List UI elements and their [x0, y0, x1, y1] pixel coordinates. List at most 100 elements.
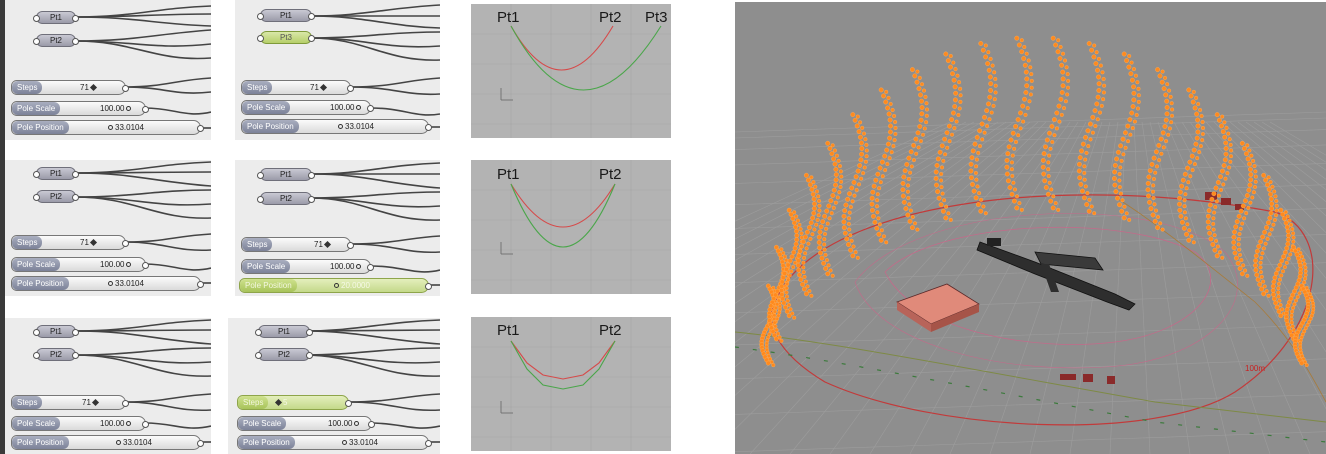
input-grip[interactable] — [33, 329, 40, 336]
pt2-param[interactable]: Pt2 — [257, 192, 315, 205]
pt2-param[interactable]: Pt2 — [255, 348, 313, 361]
pole-scale-slider[interactable]: Pole Scale 100.00 — [241, 100, 374, 115]
steps-slider[interactable]: Steps 71 — [241, 80, 354, 95]
grasshopper-canvas-1a[interactable]: Pt1 Pt2 Steps 71 Pole Scale 100.00 Pole Po… — [5, 0, 211, 140]
output-grip[interactable] — [142, 106, 149, 113]
steps-slider[interactable]: Steps 71 — [241, 237, 354, 252]
output-grip[interactable] — [122, 85, 129, 92]
input-grip[interactable] — [255, 352, 262, 359]
output-grip[interactable] — [308, 35, 315, 42]
pole-position-slider[interactable]: Pole Position 33.0104 — [241, 119, 432, 134]
output-grip[interactable] — [425, 124, 432, 131]
pole-position-slider[interactable]: Pole Position 33.0104 — [11, 120, 204, 135]
slider-grip-icon[interactable] — [89, 238, 97, 247]
grasshopper-canvas-1b[interactable]: Pt1 Pt3 Steps 71 Pole Scale 100.00 Pole Po… — [235, 0, 440, 140]
output-grip[interactable] — [347, 85, 354, 92]
output-grip[interactable] — [197, 440, 204, 447]
input-grip[interactable] — [33, 38, 40, 45]
pole-scale-slider[interactable]: Pole Scale 100.00 — [11, 416, 149, 431]
output-grip[interactable] — [72, 194, 79, 201]
slider-grip-icon[interactable] — [126, 106, 132, 111]
slider-grip-icon[interactable] — [338, 124, 343, 129]
pole-position-slider[interactable]: Pole Position 33.0104 — [237, 435, 432, 450]
slider-grip-icon[interactable] — [319, 83, 327, 92]
output-grip[interactable] — [308, 13, 315, 20]
grasshopper-canvas-2a[interactable]: Pt1 Pt2 Steps 71 Pole Scale 100.00 Pole Po… — [5, 160, 211, 296]
pt1-param[interactable]: Pt1 — [257, 9, 315, 22]
pt1-param[interactable]: Pt1 — [255, 325, 313, 338]
output-grip[interactable] — [306, 352, 313, 359]
pole-position-slider[interactable]: Pole Position 20.0000 — [239, 278, 432, 293]
pole-position-slider[interactable]: Pole Position 33.0104 — [11, 276, 204, 291]
output-grip[interactable] — [308, 172, 315, 179]
pt1-param[interactable]: Pt1 — [257, 168, 315, 181]
pole-scale-slider[interactable]: Pole Scale 100.00 — [11, 257, 149, 272]
output-grip[interactable] — [306, 329, 313, 336]
grasshopper-canvas-3a[interactable]: Pt1 Pt2 Steps 71 Pole Scale 100.00 Pole Po… — [5, 318, 211, 454]
input-grip[interactable] — [257, 13, 264, 20]
grasshopper-canvas-3b[interactable]: Pt1 Pt2 Steps 5 Pole Scale 100.00 Pole Pos… — [228, 318, 440, 454]
input-grip[interactable] — [33, 171, 40, 178]
input-grip[interactable] — [33, 15, 40, 22]
output-grip[interactable] — [425, 440, 432, 447]
slider-grip-icon[interactable] — [274, 398, 283, 407]
steps-slider[interactable]: Steps 71 — [11, 235, 129, 250]
rhino-viewport-2[interactable]: Pt1 Pt2 — [471, 160, 671, 294]
output-grip[interactable] — [367, 264, 374, 271]
output-grip[interactable] — [142, 262, 149, 269]
output-grip[interactable] — [72, 38, 79, 45]
pt1-param[interactable]: Pt1 — [33, 167, 79, 180]
slider-grip-icon[interactable] — [356, 105, 362, 110]
output-grip[interactable] — [122, 400, 129, 407]
output-grip[interactable] — [197, 281, 204, 288]
pt1-param[interactable]: Pt1 — [33, 11, 79, 24]
output-grip[interactable] — [308, 196, 315, 203]
output-grip[interactable] — [347, 242, 354, 249]
slider-grip-icon[interactable] — [334, 283, 339, 288]
slider-grip-icon[interactable] — [89, 83, 97, 92]
slider-grip-icon[interactable] — [356, 264, 362, 269]
input-grip[interactable] — [33, 352, 40, 359]
output-grip[interactable] — [142, 421, 149, 428]
slider-grip-icon[interactable] — [126, 421, 132, 426]
slider-grip-icon[interactable] — [342, 440, 347, 445]
input-grip[interactable] — [255, 329, 262, 336]
site-sunpath-viewport[interactable]: 100m — [735, 2, 1326, 454]
steps-slider[interactable]: Steps 71 — [11, 80, 129, 95]
steps-slider[interactable]: Steps 71 — [11, 395, 129, 410]
output-grip[interactable] — [425, 283, 432, 290]
slider-grip-icon[interactable] — [116, 440, 121, 445]
pt2-param[interactable]: Pt2 — [33, 348, 79, 361]
rhino-viewport-3[interactable]: Pt1 Pt2 — [471, 317, 671, 451]
output-grip[interactable] — [72, 171, 79, 178]
slider-grip-icon[interactable] — [108, 281, 113, 286]
slider-grip-icon[interactable] — [354, 421, 360, 426]
input-grip[interactable] — [257, 196, 264, 203]
pole-scale-slider[interactable]: Pole Scale 100.00 — [241, 259, 374, 274]
pt3-param[interactable]: Pt3 — [257, 31, 315, 44]
pt1-param[interactable]: Pt1 — [33, 325, 79, 338]
slider-grip-icon[interactable] — [108, 125, 113, 130]
output-grip[interactable] — [72, 15, 79, 22]
input-grip[interactable] — [33, 194, 40, 201]
output-grip[interactable] — [197, 125, 204, 132]
output-grip[interactable] — [72, 329, 79, 336]
pole-scale-slider[interactable]: Pole Scale 100.00 — [237, 416, 375, 431]
output-grip[interactable] — [72, 352, 79, 359]
slider-grip-icon[interactable] — [323, 240, 331, 249]
rhino-viewport-1[interactable]: Pt1 Pt2 Pt3 — [471, 4, 671, 138]
pole-scale-slider[interactable]: Pole Scale 100.00 — [11, 101, 149, 116]
pole-position-slider[interactable]: Pole Position 33.0104 — [11, 435, 204, 450]
pt2-param[interactable]: Pt2 — [33, 190, 79, 203]
slider-grip-icon[interactable] — [91, 398, 99, 407]
pt2-param[interactable]: Pt2 — [33, 34, 79, 47]
input-grip[interactable] — [257, 172, 264, 179]
grasshopper-canvas-2b[interactable]: Pt1 Pt2 Steps 71 Pole Scale 100.00 Pole Po… — [235, 160, 440, 296]
slider-grip-icon[interactable] — [126, 262, 132, 267]
input-grip[interactable] — [257, 35, 264, 42]
steps-slider[interactable]: Steps 5 — [237, 395, 352, 410]
output-grip[interactable] — [122, 240, 129, 247]
output-grip[interactable] — [368, 421, 375, 428]
output-grip[interactable] — [345, 400, 352, 407]
output-grip[interactable] — [367, 105, 374, 112]
